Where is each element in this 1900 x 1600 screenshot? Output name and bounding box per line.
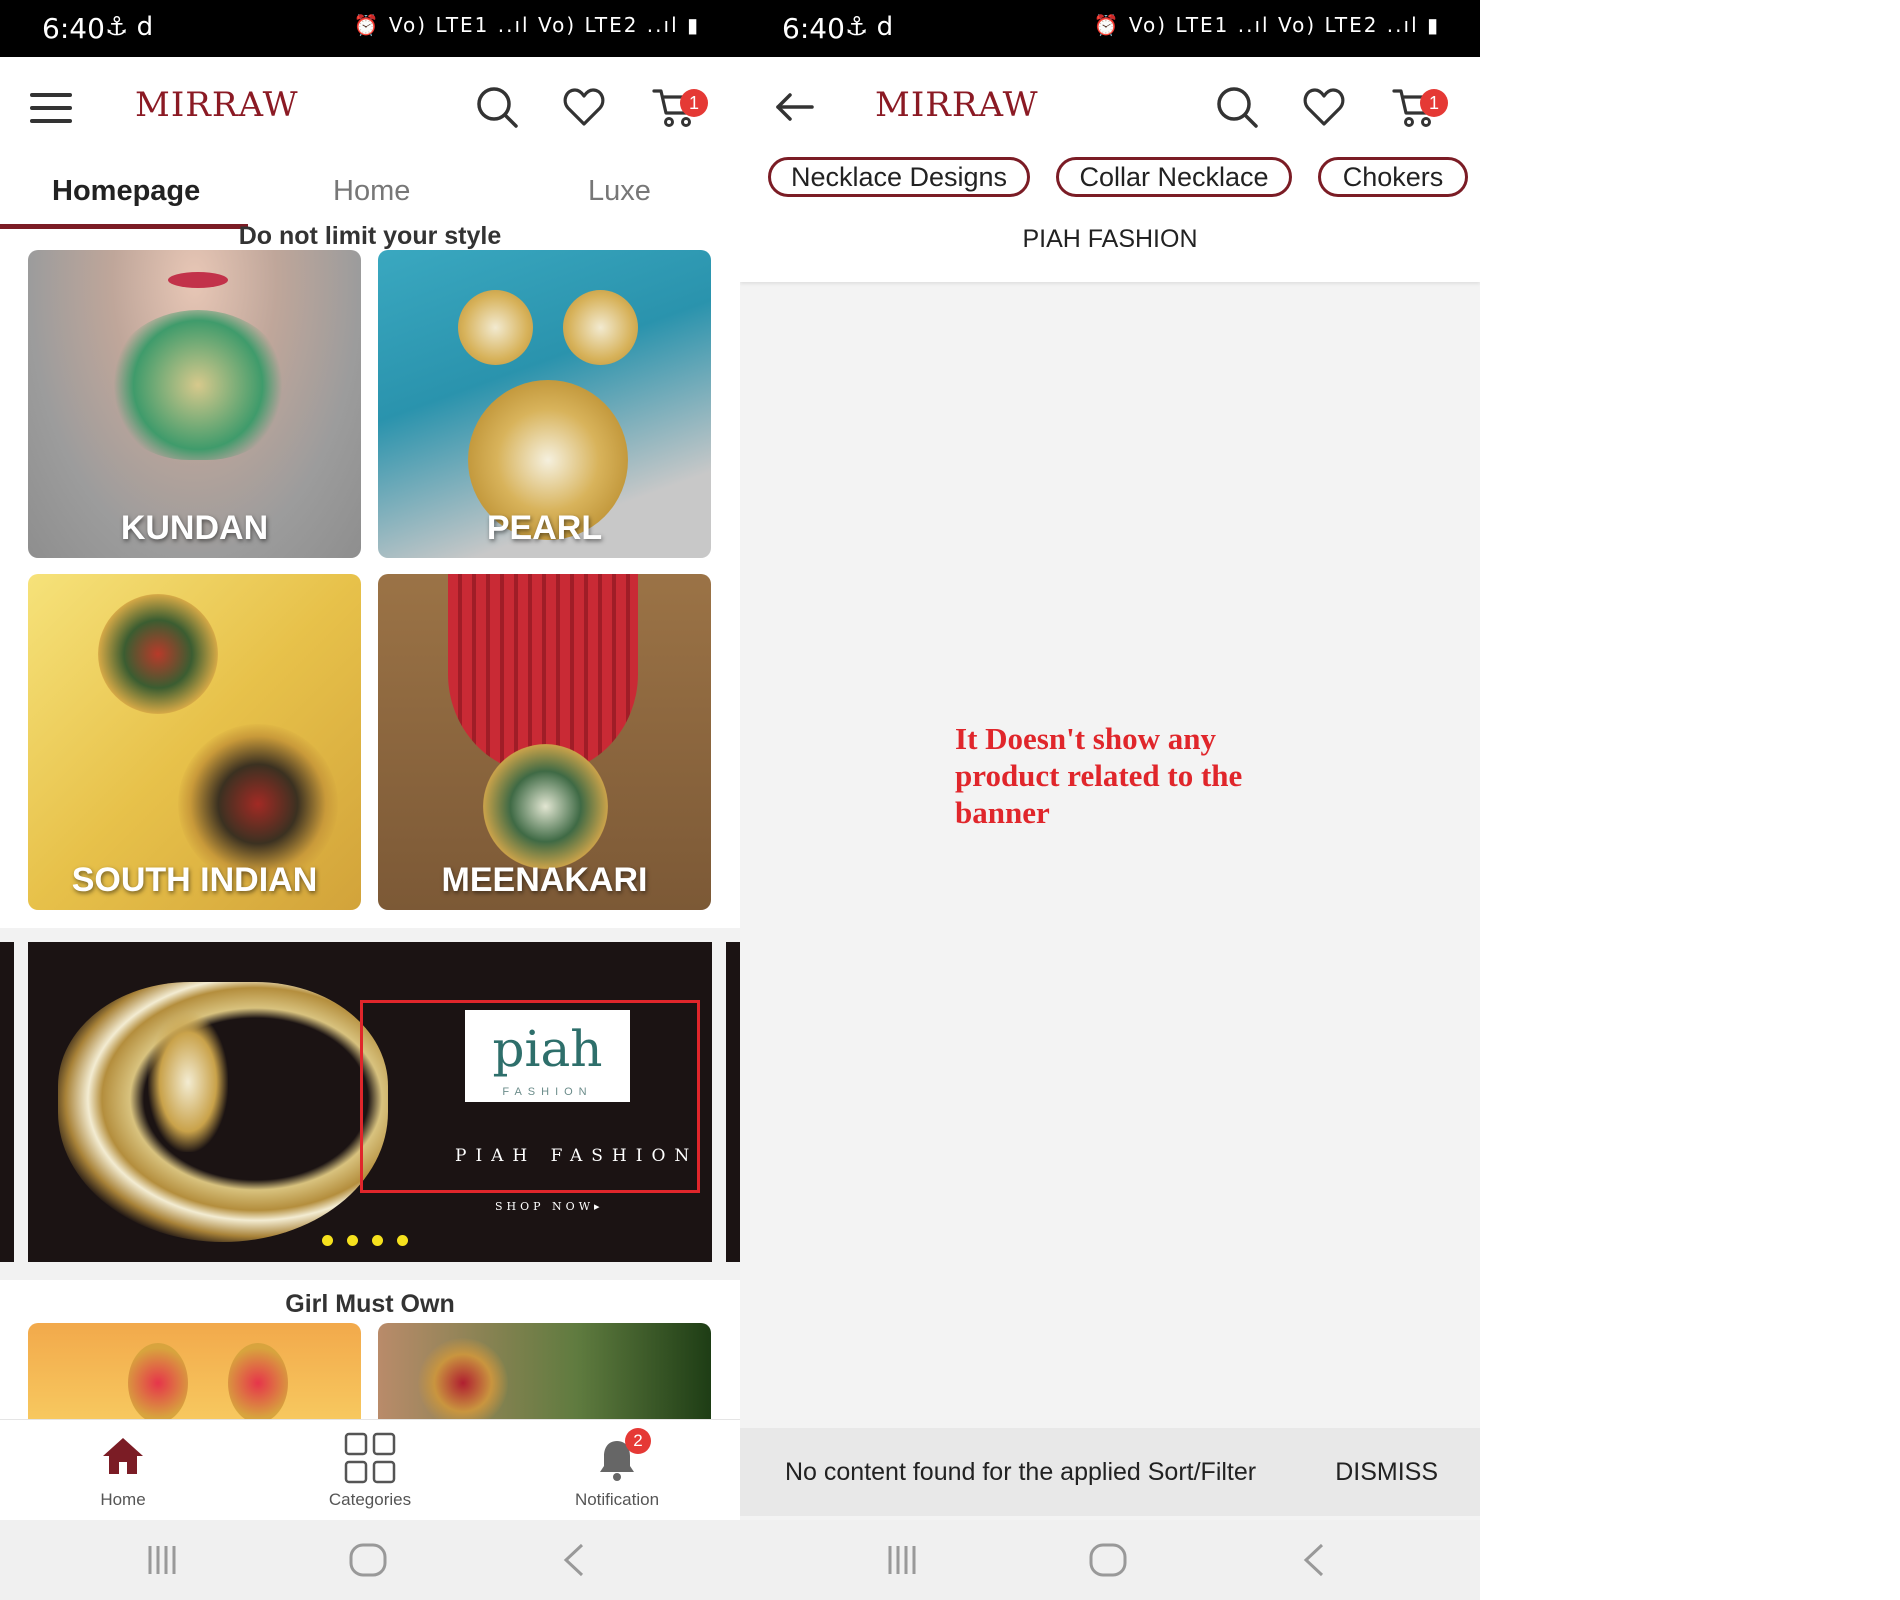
annotation-highlight-box — [360, 1000, 700, 1193]
chip-collar-necklace[interactable]: Collar Necklace — [1056, 157, 1292, 197]
tab-home[interactable]: Home — [333, 175, 410, 208]
tile-image-earring — [228, 1343, 288, 1419]
app-bar: MIRRAW 1 — [0, 57, 740, 157]
app-bar: MIRRAW 1 — [740, 57, 1480, 157]
tab-homepage[interactable]: Homepage — [52, 175, 200, 208]
tile-image-pendant — [483, 744, 608, 869]
tile-label: MEENAKARI — [441, 861, 648, 899]
brand-name: MIRRAW — [875, 85, 1039, 125]
banner-earring-image — [148, 1012, 228, 1152]
mirraw-logo[interactable]: MIRRAW — [135, 75, 298, 135]
page-title: PIAH FASHION — [1022, 225, 1198, 253]
chip-necklace-designs[interactable]: Necklace Designs — [768, 157, 1030, 197]
section-title-girl-must-own: Girl Must Own — [285, 1290, 455, 1318]
status-system-icons: ⏰ Vo) LTE1 ..ıl Vo) LTE2 ..ıl ▮ — [353, 13, 700, 37]
back-arrow-icon[interactable] — [770, 83, 818, 131]
brand-name: MIRRAW — [135, 85, 299, 125]
nav-notification[interactable]: 2 Notification — [537, 1420, 697, 1521]
tile-image-pendant — [178, 724, 338, 884]
recent-apps-icon[interactable] — [886, 1542, 918, 1578]
back-button-icon[interactable] — [1300, 1542, 1328, 1578]
search-icon[interactable] — [475, 85, 519, 129]
banner-next-peek[interactable] — [726, 942, 740, 1262]
recent-apps-icon[interactable] — [146, 1542, 178, 1578]
category-tile-kundan[interactable]: KUNDAN — [28, 250, 361, 558]
tile-image — [98, 594, 218, 714]
wishlist-heart-icon[interactable] — [1302, 85, 1346, 129]
product-tile[interactable] — [378, 1323, 711, 1419]
home-button-icon[interactable] — [1088, 1542, 1128, 1578]
cart-count-badge: 1 — [1420, 89, 1448, 117]
category-tile-pearl[interactable]: PEARL — [378, 250, 711, 558]
snackbar: No content found for the applied Sort/Fi… — [740, 1428, 1480, 1516]
wishlist-heart-icon[interactable] — [562, 85, 606, 129]
tile-image-lips — [168, 272, 228, 288]
home-icon — [103, 1438, 143, 1474]
annotation-text: It Doesn't show any product related to t… — [955, 721, 1243, 830]
back-button-icon[interactable] — [560, 1542, 588, 1578]
home-screen: 6:40 ⚓ d ⏰ Vo) LTE1 ..ıl Vo) LTE2 ..ıl ▮… — [0, 0, 740, 1600]
section-title-style: Do not limit your style — [238, 222, 502, 250]
system-navigation-bar — [740, 1520, 1480, 1600]
nav-categories[interactable]: Categories — [290, 1420, 450, 1521]
carousel-dot[interactable] — [322, 1235, 333, 1246]
search-icon[interactable] — [1215, 85, 1259, 129]
carousel-dots — [322, 1233, 422, 1251]
tile-label: SOUTH INDIAN — [71, 861, 318, 899]
nav-home-label: Home — [100, 1490, 146, 1509]
product-tile[interactable] — [28, 1323, 361, 1419]
grid-icon — [344, 1432, 396, 1484]
hamburger-menu-icon[interactable] — [30, 93, 72, 123]
dismiss-button[interactable]: DISMISS — [1335, 1458, 1438, 1487]
snackbar-message: No content found for the applied Sort/Fi… — [785, 1458, 1257, 1486]
nav-categories-label: Categories — [328, 1490, 412, 1509]
tile-image-earring — [563, 290, 638, 365]
listing-screen: 6:40 ⚓ d ⏰ Vo) LTE1 ..ıl Vo) LTE2 ..ıl ▮… — [740, 0, 1480, 1600]
tile-label: KUNDAN — [120, 509, 269, 547]
notification-count-badge: 2 — [625, 1428, 651, 1454]
tab-luxe[interactable]: Luxe — [588, 175, 651, 208]
status-notification-icons: ⚓ d — [845, 12, 894, 42]
nav-notification-label: Notification — [574, 1490, 660, 1509]
carousel-dot[interactable] — [372, 1235, 383, 1246]
bottom-navigation: Home Categories 2 Notification — [0, 1419, 740, 1520]
status-system-icons: ⏰ Vo) LTE1 ..ıl Vo) LTE2 ..ıl ▮ — [1093, 13, 1440, 37]
tile-image — [418, 1338, 508, 1419]
shop-now-link[interactable]: SHOP NOW▸ — [495, 1200, 604, 1213]
carousel-dot[interactable] — [397, 1235, 408, 1246]
nav-home[interactable]: Home — [43, 1420, 203, 1521]
status-time: 6:40 — [782, 12, 845, 45]
chip-chokers[interactable]: Chokers — [1318, 157, 1468, 197]
home-button-icon[interactable] — [348, 1542, 388, 1578]
category-tile-south-indian[interactable]: SOUTH INDIAN — [28, 574, 361, 910]
tile-label: PEARL — [486, 509, 603, 547]
tile-image — [458, 290, 533, 365]
tile-image — [128, 1343, 188, 1419]
category-tile-meenakari[interactable]: MEENAKARI — [378, 574, 711, 910]
status-bar: 6:40 ⚓ d ⏰ Vo) LTE1 ..ıl Vo) LTE2 ..ıl ▮ — [740, 0, 1480, 57]
top-tabs: Homepage Home Luxe — [0, 157, 740, 229]
status-time: 6:40 — [42, 12, 105, 45]
tile-image — [108, 310, 288, 460]
carousel-dot[interactable] — [347, 1235, 358, 1246]
system-navigation-bar — [0, 1520, 740, 1600]
status-bar: 6:40 ⚓ d ⏰ Vo) LTE1 ..ıl Vo) LTE2 ..ıl ▮ — [0, 0, 740, 57]
status-notification-icons: ⚓ d — [105, 12, 154, 42]
banner-prev-peek[interactable] — [0, 942, 14, 1262]
mirraw-logo[interactable]: MIRRAW — [875, 75, 1038, 135]
cart-count-badge: 1 — [680, 89, 708, 117]
